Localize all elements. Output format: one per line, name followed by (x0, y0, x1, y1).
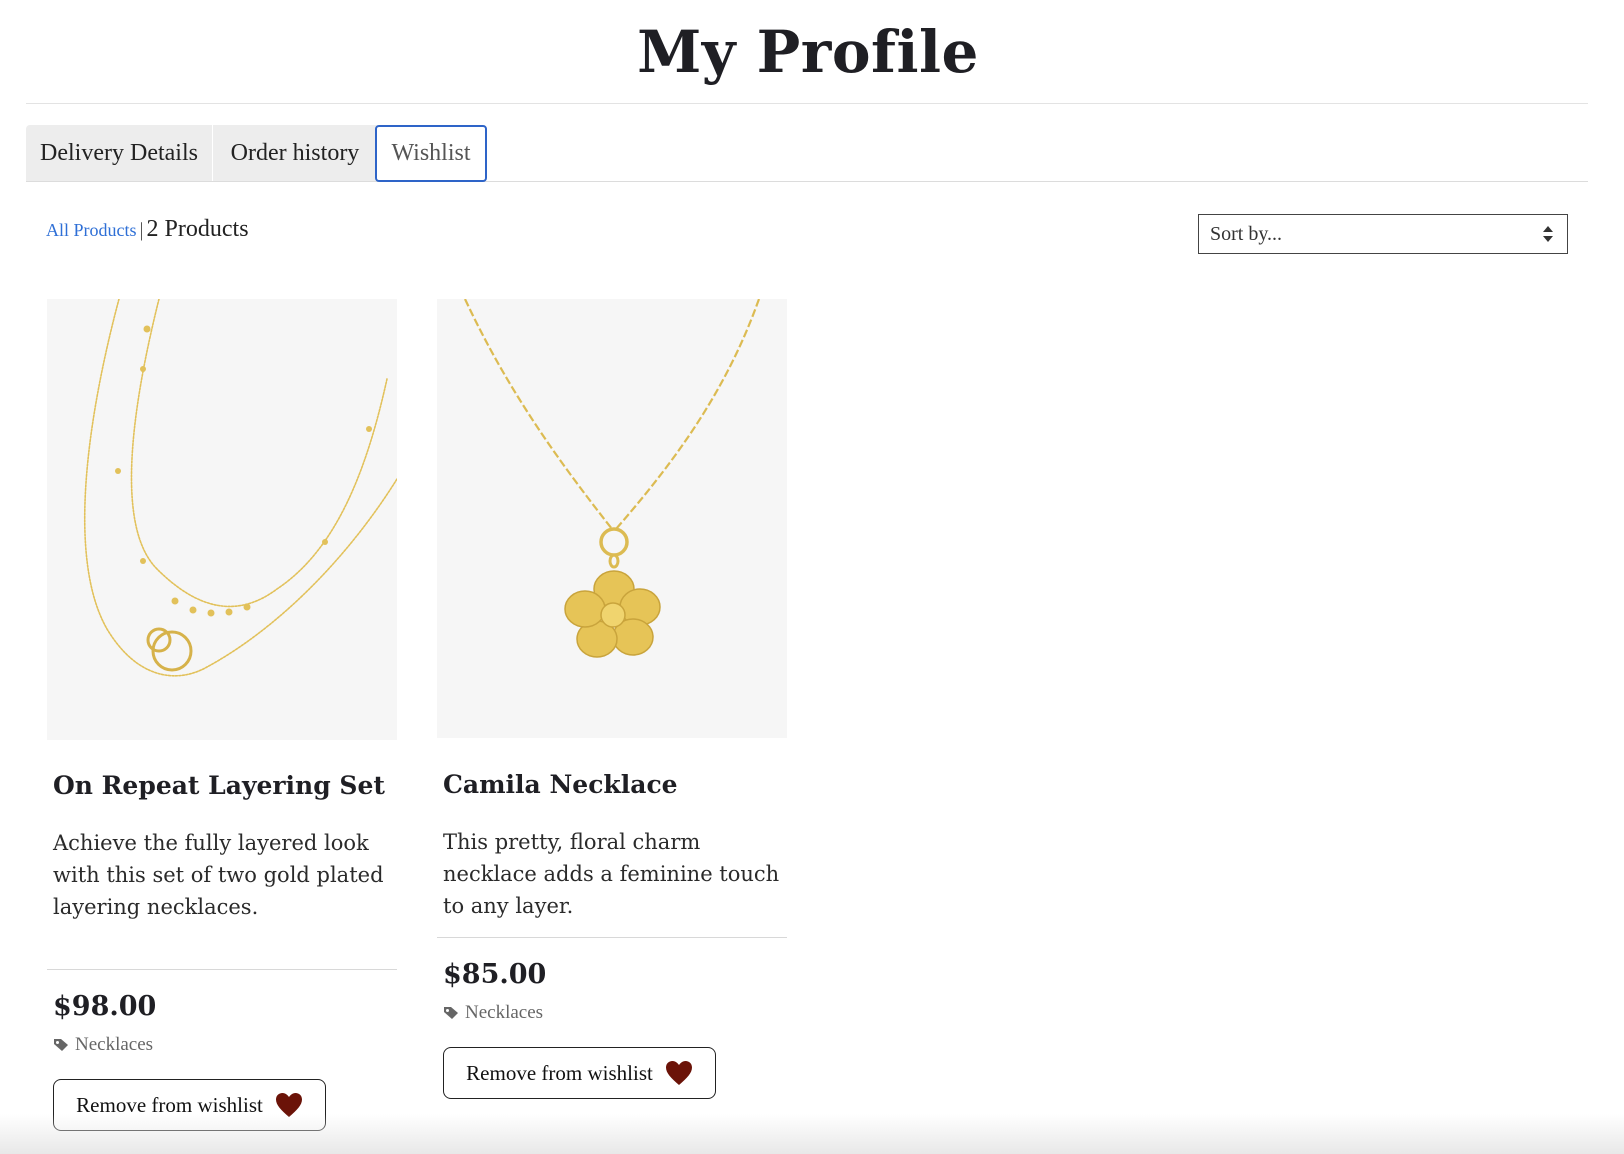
product-card: On Repeat Layering Set Achieve the fully… (47, 299, 397, 1131)
tab-wishlist[interactable]: Wishlist (375, 125, 487, 182)
tab-order-history[interactable]: Order history (213, 125, 377, 181)
heart-icon (665, 1061, 692, 1085)
product-name[interactable]: Camila Necklace (443, 770, 678, 799)
product-summary: All Products | 2 Products (46, 216, 249, 243)
flower-necklace-illustration (464, 299, 761, 658)
title-divider (26, 103, 1588, 104)
product-image-camila-necklace[interactable] (437, 299, 787, 738)
product-count: 2 Products (146, 216, 249, 242)
sort-select-value: Sort by... (1210, 223, 1283, 245)
product-category-label: Necklaces (465, 1002, 544, 1023)
remove-button-label: Remove from wishlist (466, 1060, 653, 1085)
sort-arrows-icon (1543, 225, 1553, 243)
profile-tabs: Delivery Details Order history Wishlist (26, 125, 1588, 182)
product-category-label: Necklaces (75, 1034, 154, 1055)
card-divider (437, 937, 787, 938)
tab-delivery-details[interactable]: Delivery Details (26, 125, 212, 181)
sort-select[interactable]: Sort by... (1198, 214, 1568, 254)
product-name[interactable]: On Repeat Layering Set (53, 771, 385, 800)
all-products-link[interactable]: All Products (46, 220, 137, 240)
tag-icon (444, 1007, 458, 1019)
product-price: $85.00 (443, 959, 547, 990)
bottom-fade (0, 1114, 1624, 1154)
remove-from-wishlist-button[interactable]: Remove from wishlist (443, 1047, 716, 1099)
product-category[interactable]: Necklaces (53, 1034, 153, 1056)
page-title: My Profile (637, 18, 979, 86)
product-price: $98.00 (53, 991, 157, 1022)
card-divider (47, 969, 397, 970)
product-description: Achieve the fully layered look with this… (53, 831, 384, 919)
product-card: Camila Necklace This pretty, floral char… (437, 299, 787, 1099)
product-image-layering-set[interactable] (47, 299, 397, 740)
product-category[interactable]: Necklaces (443, 1002, 543, 1024)
summary-separator: | (139, 219, 144, 241)
layered-necklace-illustration (84, 299, 397, 677)
tag-icon (54, 1039, 68, 1051)
product-description: This pretty, floral charm necklace adds … (443, 830, 780, 918)
